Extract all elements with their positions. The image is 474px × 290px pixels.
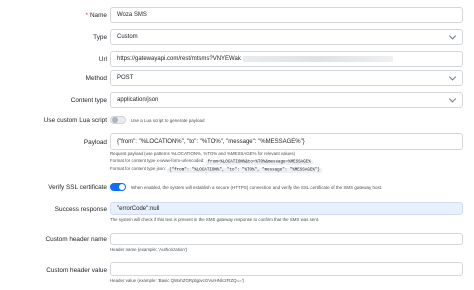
success-input[interactable]: "errorCode":null — [110, 202, 463, 215]
ssl-label: Verify SSL certificate — [48, 184, 107, 191]
header-name-input[interactable] — [110, 233, 463, 245]
json-format-text: Format for content type json: — [110, 166, 166, 171]
header-value-label: Custom header value — [46, 267, 107, 274]
success-help: The system will check if this text is pr… — [110, 217, 320, 222]
method-select-value: POST — [117, 75, 134, 81]
payload-help: Request payload (use patterns %LOCATION%… — [110, 151, 296, 156]
ssl-toggle-text: When enabled, the system will establish … — [131, 185, 383, 190]
payload-help-json: Format for content type json: {"from": "… — [110, 166, 322, 173]
chevron-down-icon — [448, 95, 457, 103]
lua-toggle[interactable] — [110, 116, 126, 124]
toggle-knob — [119, 184, 125, 190]
type-row: Type Custom — [0, 29, 474, 45]
header-name-help: Header name (example: 'Authorization') — [110, 247, 188, 252]
ssl-toggle[interactable] — [110, 183, 126, 191]
payload-textarea[interactable]: {"from": "%LOCATION%", "to": "%TO%", "me… — [110, 133, 463, 150]
method-label: Method — [85, 75, 107, 82]
header-name-row: Custom header name Header name (example:… — [0, 233, 474, 255]
form-format-text: Format for content type x-www-form-urlen… — [110, 158, 205, 163]
type-select[interactable]: Custom — [110, 29, 463, 45]
json-format-code: {"from": "%LOCATION%", "to": "%TO%", "me… — [167, 167, 322, 173]
lua-toggle-text: Use a Lua script to generate payload — [131, 118, 205, 123]
header-value-row: Custom header value Header value (exampl… — [0, 262, 474, 288]
type-select-value: Custom — [117, 34, 138, 40]
chevron-down-icon — [448, 73, 457, 81]
content-type-label: Content type — [70, 97, 107, 104]
header-value-input[interactable] — [110, 262, 463, 276]
ssl-row: Verify SSL certificate When enabled, the… — [0, 183, 474, 193]
type-label: Type — [93, 34, 107, 41]
name-input-value: Woza SMS — [117, 12, 147, 18]
content-type-row: Content type application/json — [0, 92, 474, 108]
success-row: Success response "errorCode":null The sy… — [0, 202, 474, 226]
url-label: Url — [98, 56, 107, 63]
url-input-value: https://gatewayapi.com/rest/mtsms?VNYEWa… — [117, 56, 241, 62]
success-input-value: "errorCode":null — [117, 205, 160, 212]
content-type-select[interactable]: application/json — [110, 92, 463, 108]
sms-gateway-form: * Name Woza SMS Type Custom Url https://g… — [0, 0, 474, 290]
header-value-help: Header value (example: 'Basic QWxhZGRpbj… — [110, 278, 245, 283]
payload-label: Payload — [83, 139, 107, 146]
payload-row: Payload {"from": "%LOCATION%", "to": "%T… — [0, 133, 474, 173]
payload-help-form: Format for content type x-www-form-urlen… — [110, 158, 313, 165]
header-name-label: Custom header name — [45, 236, 107, 243]
method-select[interactable]: POST — [110, 70, 463, 86]
method-row: Method POST — [0, 70, 474, 86]
redacted-blur — [242, 56, 393, 62]
name-input[interactable]: Woza SMS — [110, 7, 463, 23]
toggle-knob — [112, 117, 118, 123]
lua-label: Use custom Lua script — [43, 117, 107, 124]
content-type-select-value: application/json — [117, 97, 159, 103]
lua-row: Use custom Lua script Use a Lua script t… — [0, 116, 474, 126]
url-input[interactable]: https://gatewayapi.com/rest/mtsms?VNYEWa… — [110, 51, 463, 67]
form-format-code: from=%LOCATION%&to=%TO%&message=%MESSAGE… — [205, 159, 313, 165]
name-row: * Name Woza SMS — [0, 7, 474, 23]
payload-value: {"from": "%LOCATION%", "to": "%TO%", "me… — [117, 139, 305, 145]
success-label: Success response — [54, 206, 107, 213]
name-label-text: Name — [89, 12, 107, 19]
name-label: * Name — [85, 12, 107, 19]
chevron-down-icon — [448, 32, 457, 40]
url-row: Url https://gatewayapi.com/rest/mtsms?VN… — [0, 51, 474, 67]
required-mark: * — [85, 12, 88, 19]
